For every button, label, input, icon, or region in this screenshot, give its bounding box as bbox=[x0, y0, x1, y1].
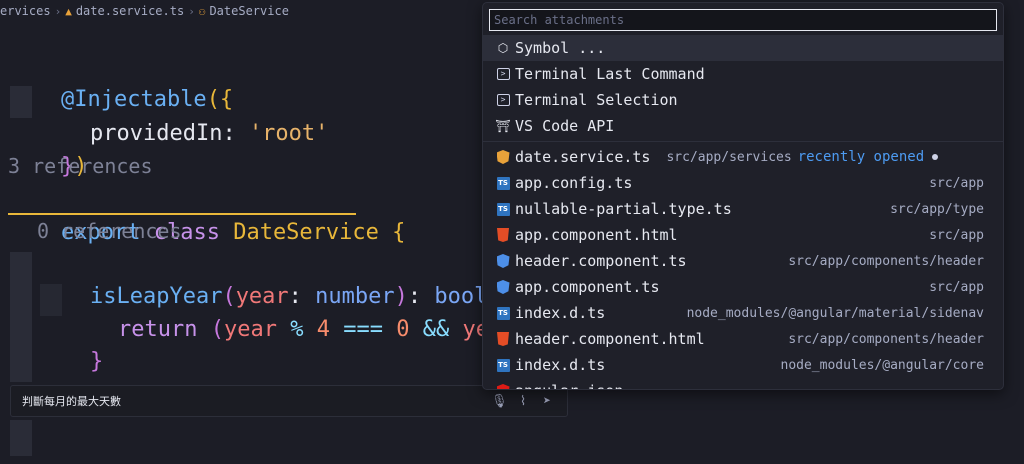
file-name: app.config.ts bbox=[515, 174, 633, 192]
code-line-9: } bbox=[37, 312, 103, 374]
attachment-vscode-api[interactable]: ⛩ VS Code API bbox=[483, 113, 1003, 139]
paperclip-icon[interactable]: ⌇ bbox=[515, 394, 531, 409]
file-path: src/app/services bbox=[666, 149, 792, 165]
param-token: year bbox=[223, 317, 277, 342]
angular-component-icon bbox=[495, 279, 511, 295]
code-line-7: isLeapYear(year: number): boolea bbox=[37, 247, 514, 309]
attachment-symbol[interactable]: ⬡ Symbol ... bbox=[483, 35, 1003, 61]
brace-token: } bbox=[89, 349, 104, 374]
html-icon bbox=[495, 331, 511, 347]
code-line-5: export class DateService { bbox=[8, 183, 405, 245]
string-token: 'root' bbox=[248, 121, 329, 146]
file-item[interactable]: angular.json bbox=[483, 378, 1003, 389]
typescript-icon: TS bbox=[495, 175, 511, 191]
number-token: 0 bbox=[396, 317, 410, 342]
chat-input[interactable]: 判斷每月的最大天數 bbox=[11, 393, 491, 409]
code-line-3: }) bbox=[8, 117, 88, 179]
operator-token: % bbox=[290, 317, 304, 342]
file-name: header.component.html bbox=[515, 330, 705, 348]
file-path: src/app bbox=[929, 227, 984, 243]
code-line-8: return (year % 4 === 0 && year bbox=[65, 280, 515, 342]
item-label: Terminal Last Command bbox=[515, 65, 705, 83]
chevron-right-icon: › bbox=[188, 4, 195, 18]
item-label: Terminal Selection bbox=[515, 91, 678, 109]
chat-input-bar[interactable]: 判斷每月的最大天數 🎙 ⌇ ➤ bbox=[10, 385, 568, 417]
item-label: Symbol ... bbox=[515, 39, 606, 57]
file-item[interactable]: date.service.ts src/app/services recentl… bbox=[483, 144, 1003, 170]
file-name: index.d.ts bbox=[515, 304, 606, 322]
attachments-picker: ⬡ Symbol ... > Terminal Last Command > T… bbox=[482, 2, 1004, 390]
paren-token: ( bbox=[210, 317, 224, 342]
file-name: index.d.ts bbox=[515, 356, 606, 374]
item-label: VS Code API bbox=[515, 117, 615, 135]
divider bbox=[483, 141, 1003, 142]
colon-token: : bbox=[222, 121, 249, 146]
file-path: node_modules/@angular/core bbox=[780, 357, 985, 373]
angular-service-icon bbox=[495, 149, 511, 165]
file-item[interactable]: TS app.config.ts src/app bbox=[483, 170, 1003, 196]
file-name: app.component.ts bbox=[515, 278, 660, 296]
file-name: angular.json bbox=[515, 382, 623, 389]
file-item[interactable]: TS index.d.ts node_modules/@angular/core bbox=[483, 352, 1003, 378]
library-icon: ⛩ bbox=[495, 119, 511, 133]
breadcrumb-item-file[interactable]: date.service.ts bbox=[76, 4, 184, 18]
file-name: header.component.ts bbox=[515, 252, 687, 270]
breadcrumb-item-services[interactable]: ervices bbox=[0, 4, 51, 18]
code-line-1: @Injectable({ bbox=[8, 50, 233, 112]
code-line-2: providedIn: 'root' bbox=[37, 84, 328, 146]
file-item[interactable]: TS index.d.ts node_modules/@angular/mate… bbox=[483, 300, 1003, 326]
number-token: 4 bbox=[316, 317, 330, 342]
file-item[interactable]: app.component.ts src/app bbox=[483, 274, 1003, 300]
recently-opened-label: recently opened bbox=[797, 149, 925, 165]
indent-guide bbox=[10, 420, 32, 456]
file-path: src/app/components/header bbox=[788, 253, 984, 269]
send-icon[interactable]: ➤ bbox=[539, 394, 555, 409]
angular-service-icon: ▲ bbox=[65, 4, 72, 18]
file-path: src/app/components/header bbox=[788, 331, 984, 347]
attachment-terminal-last-command[interactable]: > Terminal Last Command bbox=[483, 61, 1003, 87]
terminal-icon: > bbox=[495, 66, 511, 82]
file-item[interactable]: app.component.html src/app bbox=[483, 222, 1003, 248]
breadcrumb: ervices › ▲ date.service.ts › ⚇ DateServ… bbox=[0, 0, 480, 22]
attachment-terminal-selection[interactable]: > Terminal Selection bbox=[483, 87, 1003, 113]
terminal-icon: > bbox=[495, 92, 511, 108]
property-token: providedIn bbox=[89, 121, 223, 146]
cube-icon: ⬡ bbox=[497, 41, 509, 55]
operator-token: && bbox=[422, 317, 450, 342]
file-item[interactable]: TS nullable-partial.type.ts src/app/type bbox=[483, 196, 1003, 222]
brace-token: { bbox=[392, 220, 406, 245]
file-path: src/app/type bbox=[890, 201, 984, 217]
file-path: src/app bbox=[929, 279, 984, 295]
angular-icon bbox=[495, 383, 511, 389]
file-path: src/app bbox=[929, 175, 984, 191]
references-codelens[interactable]: 0 references bbox=[37, 215, 182, 248]
file-name: nullable-partial.type.ts bbox=[515, 200, 732, 218]
search-attachments-input[interactable] bbox=[489, 9, 997, 31]
file-path: node_modules/@angular/material/sidenav bbox=[686, 305, 984, 321]
file-name: date.service.ts bbox=[515, 148, 651, 166]
keyword-token: return bbox=[117, 317, 198, 342]
typescript-icon: TS bbox=[495, 201, 511, 217]
chevron-right-icon: › bbox=[54, 4, 62, 18]
breadcrumb-item-class[interactable]: DateService bbox=[209, 4, 288, 18]
file-item[interactable]: header.component.ts src/app/components/h… bbox=[483, 248, 1003, 274]
typescript-icon: TS bbox=[495, 305, 511, 321]
angular-component-icon bbox=[495, 253, 511, 269]
dot-icon bbox=[932, 154, 939, 160]
html-icon bbox=[495, 227, 511, 243]
file-name: app.component.html bbox=[515, 226, 678, 244]
microphone-icon[interactable]: 🎙 bbox=[491, 394, 508, 409]
class-name-token: DateService bbox=[233, 220, 379, 245]
typescript-icon: TS bbox=[495, 357, 511, 373]
operator-token: === bbox=[343, 317, 383, 342]
file-item[interactable]: header.component.html src/app/components… bbox=[483, 326, 1003, 352]
class-icon: ⚇ bbox=[198, 4, 206, 18]
references-codelens[interactable]: 3 references bbox=[8, 150, 153, 183]
